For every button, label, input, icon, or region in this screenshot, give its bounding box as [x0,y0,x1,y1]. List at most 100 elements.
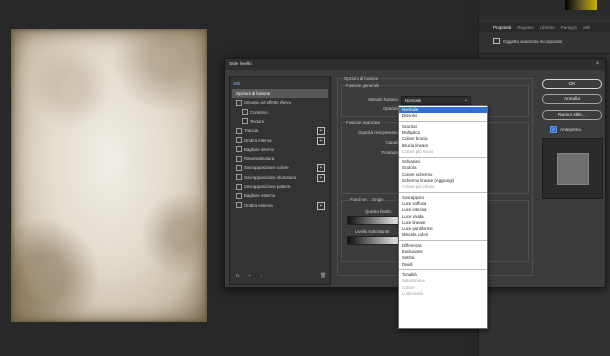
tab-regolaz[interactable]: Regolaz [517,25,534,30]
add-style-icon[interactable]: + [317,201,325,210]
tab-librerie[interactable]: Librerie [540,25,555,30]
trash-icon[interactable]: 🗑 [320,273,326,279]
style-checkbox[interactable] [236,183,242,190]
styles-footer: fx + ↑ [236,273,262,278]
style-item-label: Bagliore interno [244,146,275,152]
blend-mode-select[interactable]: Normale ⌄ [401,96,471,105]
smart-object-label: Oggetto avanzato incorporato [503,38,563,44]
style-item-label: Ombra interna [244,137,272,143]
style-checkbox[interactable] [242,109,248,116]
style-item[interactable]: Contorno [232,108,328,117]
group-title: Opzioni di fusione [343,76,380,81]
style-item[interactable]: Bagliore esterno [232,191,328,200]
blend-if-value[interactable]: Grigio [371,197,385,202]
style-item-label: Bagliore esterno [244,193,276,199]
add-style-icon[interactable]: + [317,136,325,145]
dialog-title: Stile livello [229,62,252,67]
style-item[interactable]: Opzioni di fusione [232,89,328,98]
smart-object-row: Oggetto avanzato incorporato [493,38,562,44]
blend-mode-option[interactable]: Colore più scuro [399,149,487,155]
style-checkbox[interactable] [236,99,242,106]
blend-if-label: Fondi se: [349,197,369,202]
color-panel [479,0,610,20]
style-checkbox[interactable] [236,174,242,181]
blend-mode-option[interactable]: Colore più chiaro [399,184,487,190]
style-item[interactable]: Texture [232,117,328,126]
dropdown-separator [399,156,487,158]
dropdown-separator [399,269,487,271]
preview-label: Anteprima [560,127,581,132]
style-item[interactable]: Traccia + [232,126,328,136]
tab-stili[interactable]: Stili [583,25,590,30]
divider [479,53,610,54]
fill-opacity-label: Opacità riempimento: [358,130,399,135]
tab-paragra[interactable]: Paragra [561,25,577,30]
style-item-label: Sovrapposizione colore [244,165,289,171]
add-style-icon[interactable]: + [317,127,325,136]
style-item-label: Sovrapposizione pattern [244,184,291,189]
preview-toggle[interactable]: ✓ Anteprima [550,126,581,133]
style-item[interactable]: Sovrapposizione sfumatura + [232,173,328,182]
knockout-label: Foratura: [381,150,399,155]
add-icon[interactable]: + [249,273,252,278]
aged-paper-image[interactable] [11,29,207,322]
move-up-icon[interactable]: ↑ [260,273,262,278]
color-gradient-swatch[interactable] [565,0,597,10]
underlying-layer-slider[interactable] [347,236,399,245]
styles-list: Stili Opzioni di fusione Smusso ed effett… [229,76,331,285]
style-checkbox[interactable] [236,137,242,143]
style-item-label: Sovrapposizione sfumatura [244,174,297,180]
dropdown-separator [399,240,487,242]
ok-button[interactable]: OK [542,79,602,89]
new-style-button[interactable]: Nuovo stile... [542,110,602,120]
fx-icon[interactable]: fx [236,273,240,278]
blend-mode-option[interactable]: Dissolvi [399,113,487,119]
underlying-layer-label: Livello sottostante: [355,229,391,234]
dropdown-separator [399,121,487,123]
style-checkbox[interactable] [236,164,242,171]
checkbox-checked-icon[interactable]: ✓ [550,126,557,133]
style-checkbox[interactable] [236,202,242,209]
add-style-icon[interactable]: + [317,164,325,173]
dialog-title-bar[interactable]: Stile livello × [225,59,605,70]
style-checkbox[interactable] [236,146,242,153]
style-item[interactable]: Bagliore interno [232,145,328,154]
blend-mode-value: Normale [405,98,422,103]
smart-object-icon [493,38,500,44]
style-item[interactable]: Smusso ed effetto rilievo [232,98,328,107]
style-item[interactable]: Raso/satinatura [232,154,328,163]
style-checkbox[interactable] [236,127,242,134]
style-checkbox[interactable] [236,155,242,162]
tab-propriet-[interactable]: Proprietà [493,25,511,30]
chevron-down-icon: ⌄ [463,97,468,103]
style-item-label: Texture [250,118,265,124]
blend-mode-option[interactable]: Dividi [399,262,487,268]
dropdown-separator [399,192,487,194]
style-item-label: Raso/satinatura [244,156,275,162]
style-item[interactable]: Ombra interna + [232,136,328,145]
style-item-label: Contorno [250,109,268,115]
style-item-label: Opzioni di fusione [236,91,271,96]
preview-swatch [557,153,589,185]
style-item-label: Traccia [244,128,258,134]
close-icon[interactable]: × [594,61,601,68]
blend-mode-dropdown: Normale Dissolvi Scurisci Moltiplica Colore … [398,105,488,329]
style-preview [542,138,603,199]
panel-tabs: Proprietà Regolaz Librerie Paragra Stili [479,22,610,32]
advanced-title: Fusione avanzata [345,120,381,125]
style-item[interactable]: Sovrapposizione colore + [232,163,328,173]
style-item[interactable]: Ombra esterna + [232,201,328,210]
style-item[interactable]: Sovrapposizione pattern [232,182,328,191]
this-layer-slider[interactable] [347,216,399,225]
add-style-icon[interactable]: + [317,173,325,182]
style-item-label: Ombra esterna [244,202,273,208]
channels-label: Canali: [385,140,399,145]
style-checkbox[interactable] [242,118,248,125]
style-checkbox[interactable] [236,192,242,199]
layer-style-dialog: Stile livello × Stili Opzioni di fusione… [224,58,606,329]
blend-mode-option[interactable]: Luminosità [399,291,487,297]
styles-header[interactable]: Stili [233,81,240,86]
blend-mode-option[interactable]: Miscela colori [399,232,487,238]
style-item-label: Smusso ed effetto rilievo [244,100,291,106]
cancel-button[interactable]: Annulla [542,94,602,104]
